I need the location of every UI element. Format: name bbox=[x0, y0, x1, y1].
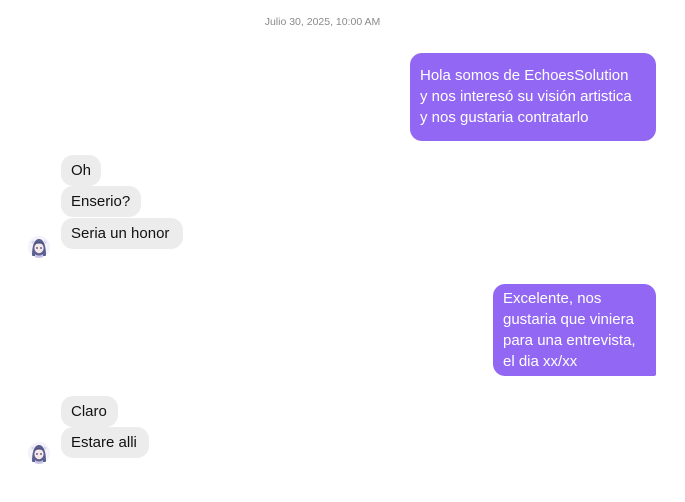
avatar-icon bbox=[28, 236, 50, 258]
outgoing-message[interactable]: Excelente, nos gustaria que viniera para… bbox=[493, 284, 656, 376]
incoming-message[interactable]: Enserio? bbox=[61, 186, 141, 217]
contact-avatar[interactable] bbox=[28, 236, 50, 258]
incoming-message[interactable]: Seria un honor bbox=[61, 218, 183, 249]
incoming-message[interactable]: Estare alli bbox=[61, 427, 149, 458]
contact-avatar[interactable] bbox=[28, 442, 50, 464]
message-timestamp: Julio 30, 2025, 10:00 AM bbox=[264, 16, 381, 28]
incoming-message[interactable]: Oh bbox=[61, 155, 101, 186]
outgoing-message[interactable]: Hola somos de EchoesSolution y nos inter… bbox=[410, 53, 656, 141]
incoming-message[interactable]: Claro bbox=[61, 396, 118, 427]
avatar-icon bbox=[28, 442, 50, 464]
